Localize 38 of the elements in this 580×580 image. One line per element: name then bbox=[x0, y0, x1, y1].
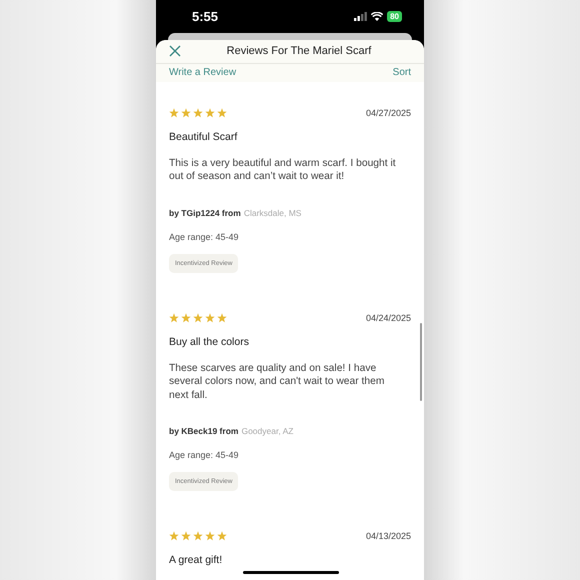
star-icon bbox=[193, 108, 203, 118]
scrollbar-thumb[interactable] bbox=[420, 323, 422, 401]
star-icon bbox=[193, 531, 203, 541]
battery-level: 80 bbox=[387, 11, 402, 22]
sort-link[interactable]: Sort bbox=[392, 67, 411, 78]
star-icon bbox=[205, 312, 215, 322]
star-icon bbox=[205, 108, 215, 118]
star-icon bbox=[217, 531, 227, 541]
clock-time: 5:55 bbox=[192, 9, 218, 24]
star-icon bbox=[181, 312, 191, 322]
review-author: by TGip1224 from bbox=[169, 208, 241, 218]
review-date: 04/24/2025 bbox=[366, 312, 411, 322]
review-location: Clarksdale, MS bbox=[244, 208, 302, 218]
star-icon bbox=[181, 531, 191, 541]
review-title: A great gift! bbox=[169, 554, 222, 566]
review-date: 04/13/2025 bbox=[366, 531, 411, 541]
star-icon bbox=[193, 312, 203, 322]
star-icon bbox=[169, 531, 179, 541]
star-icon bbox=[169, 312, 179, 322]
review-title: Buy all the colors bbox=[169, 336, 249, 348]
review-text: This is a very beautiful and warm scarf. I bought it out of season and can’t wait to wear it! bbox=[169, 156, 397, 184]
star-icon bbox=[169, 108, 179, 118]
age-range: Age range: 45-49 bbox=[169, 450, 239, 460]
review-date: 04/27/2025 bbox=[366, 108, 411, 118]
wifi-icon bbox=[371, 12, 384, 21]
star-icon bbox=[217, 312, 227, 322]
review-title: Beautiful Scarf bbox=[169, 130, 238, 142]
sheet-title: Reviews For The Mariel Scarf bbox=[226, 45, 372, 58]
close-icon[interactable] bbox=[169, 45, 181, 58]
review-location: Goodyear, AZ bbox=[241, 426, 294, 436]
star-icon bbox=[181, 108, 191, 118]
age-range: Age range: 45-49 bbox=[169, 232, 239, 242]
review-text: These scarves are quality and on sale! I have several colors now, and can't wait to wear them next fall. bbox=[169, 362, 386, 402]
star-icon bbox=[205, 531, 215, 541]
signal-icon bbox=[354, 12, 368, 21]
star-icon bbox=[217, 108, 227, 118]
write-review-link[interactable]: Write a Review bbox=[169, 67, 236, 78]
review-author: by KBeck19 from bbox=[169, 426, 238, 436]
